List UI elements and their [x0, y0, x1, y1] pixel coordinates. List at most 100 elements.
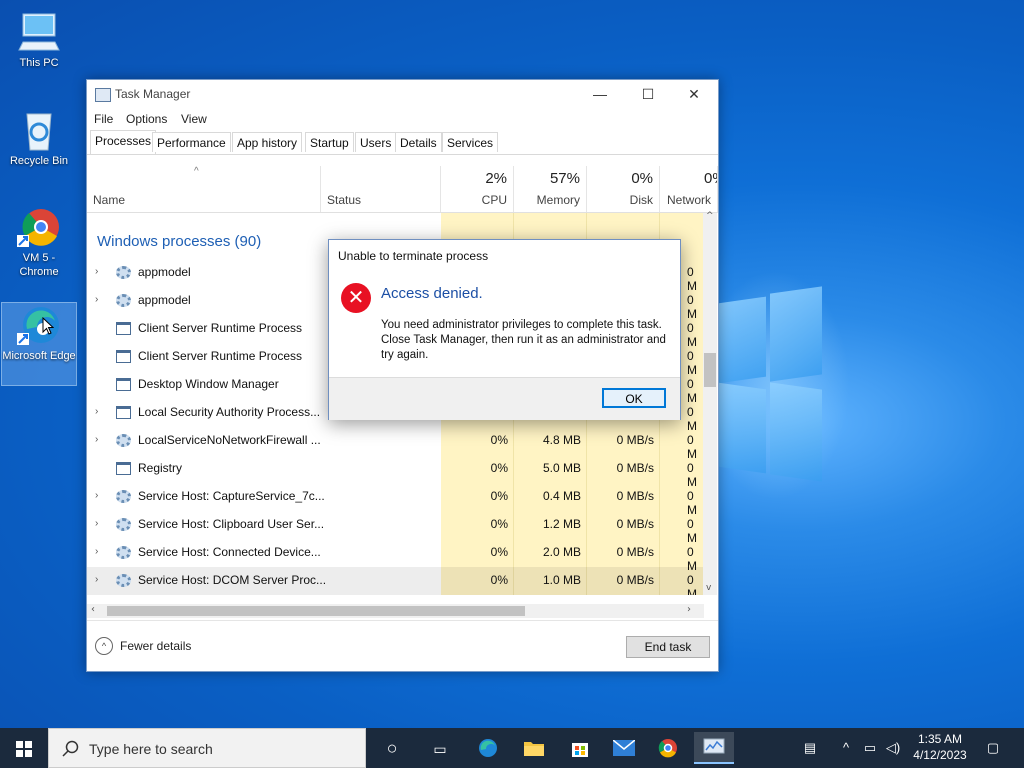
end-task-button[interactable]: End task: [626, 636, 710, 658]
chevron-up-circle-icon[interactable]: ^: [95, 637, 113, 655]
maximize-button[interactable]: ☐: [625, 80, 671, 110]
task-view-button[interactable]: ▭: [420, 732, 460, 764]
taskbar-edge[interactable]: [468, 732, 508, 764]
disk-cell: 0 MB/s: [616, 573, 654, 587]
cpu-cell: 0%: [490, 517, 508, 531]
table-row[interactable]: › Service Host: CaptureService_7c... 0% 0.4…: [87, 483, 704, 517]
service-gear-icon: [116, 518, 131, 531]
network-percent: 0%: [704, 170, 717, 187]
process-name: Local Security Authority Process...: [138, 405, 321, 419]
show-hidden-icons-button[interactable]: ^: [838, 728, 854, 768]
menu-view[interactable]: View: [181, 112, 207, 126]
expand-chevron-icon[interactable]: ›: [95, 574, 98, 585]
folder-icon: [524, 742, 544, 756]
start-button[interactable]: [0, 728, 48, 768]
minimize-icon: —: [593, 86, 607, 102]
vertical-scrollbar[interactable]: ^ v: [703, 211, 717, 595]
desktop-icon-vm5-chrome[interactable]: VM 5 - Chrome: [2, 205, 76, 279]
desktop-icon-this-pc[interactable]: This PC: [2, 10, 76, 70]
table-row[interactable]: › Service Host: DCOM Server Proc... 0% 1.0 …: [87, 567, 704, 595]
column-cpu[interactable]: 2% CPU: [441, 166, 514, 212]
minimize-button[interactable]: —: [577, 80, 623, 110]
disk-cell: 0 MB/s: [616, 517, 654, 531]
notifications-button[interactable]: ▢: [980, 728, 1006, 768]
expand-chevron-icon[interactable]: ›: [95, 490, 98, 501]
process-name: Desktop Window Manager: [138, 377, 279, 391]
fewer-details-link[interactable]: Fewer details: [120, 639, 191, 653]
tab-app-history[interactable]: App history: [232, 132, 303, 152]
taskbar-store[interactable]: [560, 732, 600, 764]
scroll-left-icon[interactable]: ‹: [91, 604, 95, 615]
footer: ^ Fewer details End task: [87, 620, 718, 671]
error-dialog[interactable]: Unable to terminate process ✕ Access den…: [328, 239, 681, 420]
cpu-cell: 0%: [490, 489, 508, 503]
expand-chevron-icon[interactable]: ›: [95, 294, 98, 305]
desktop-icon-microsoft-edge[interactable]: Microsoft Edge: [1, 302, 77, 386]
taskbar-mail[interactable]: [604, 732, 644, 764]
tab-services[interactable]: Services: [442, 132, 499, 152]
column-disk[interactable]: 0% Disk: [587, 166, 660, 212]
desktop-icon-label: VM 5 - Chrome: [19, 252, 59, 278]
store-icon: [572, 743, 588, 757]
expand-chevron-icon[interactable]: ›: [95, 434, 98, 445]
taskbar-chrome[interactable]: [648, 732, 688, 764]
expand-chevron-icon[interactable]: ›: [95, 518, 98, 529]
speaker-icon: ◁): [885, 740, 901, 755]
tab-bar: Processes Performance App history Startu…: [87, 130, 718, 155]
tab-users[interactable]: Users: [355, 132, 397, 152]
close-button[interactable]: ✕: [671, 80, 717, 110]
cortana-circle-icon: ○: [386, 738, 398, 758]
expand-chevron-icon[interactable]: ›: [95, 406, 98, 417]
windows-logo-pane-br: [770, 382, 822, 482]
scroll-up-icon[interactable]: ^: [706, 211, 714, 221]
table-row[interactable]: Registry 0% 5.0 MB 0 MB/s 0 M: [87, 455, 704, 489]
news-icon: ▤: [803, 740, 817, 755]
cortana-button[interactable]: ○: [372, 732, 412, 764]
column-status-label: Status: [327, 193, 362, 207]
hscroll-thumb[interactable]: [107, 606, 525, 616]
search-icon: [62, 740, 79, 757]
memory-percent: 57%: [549, 170, 580, 187]
menu-file[interactable]: File: [94, 112, 113, 126]
task-view-icon: ▭: [433, 741, 447, 757]
ok-button[interactable]: OK: [602, 388, 666, 408]
network-tray-button[interactable]: ▭: [860, 728, 880, 768]
mail-icon: [612, 739, 636, 756]
dialog-footer: OK: [329, 377, 680, 420]
desktop-icon-label: Recycle Bin: [9, 155, 69, 167]
windows-logo-pane-tl: [718, 296, 766, 384]
volume-tray-button[interactable]: ◁): [882, 728, 904, 768]
table-row[interactable]: › Service Host: Clipboard User Ser... 0% 1.…: [87, 511, 704, 545]
tab-startup[interactable]: Startup: [305, 132, 354, 152]
scroll-right-icon[interactable]: ›: [687, 604, 691, 615]
title-bar[interactable]: Task Manager — ☐ ✕: [87, 80, 718, 110]
table-row[interactable]: › Service Host: Connected Device... 0% 2.0 …: [87, 539, 704, 573]
scroll-down-icon[interactable]: v: [706, 583, 711, 593]
tab-details[interactable]: Details: [395, 132, 442, 152]
service-gear-icon: [116, 294, 131, 307]
column-status[interactable]: Status: [321, 166, 441, 212]
table-row[interactable]: › LocalServiceNoNetworkFirewall ... 0% 4.8 …: [87, 427, 704, 461]
scroll-thumb[interactable]: [704, 353, 716, 387]
column-name[interactable]: Name: [87, 166, 321, 212]
desktop-icon-label: This PC: [19, 57, 59, 69]
group-heading[interactable]: Windows processes (90): [97, 233, 261, 250]
column-memory[interactable]: 57% Memory: [514, 166, 587, 212]
tab-performance[interactable]: Performance: [152, 132, 231, 152]
taskbar-task-manager[interactable]: [694, 732, 734, 764]
menu-options[interactable]: Options: [126, 112, 167, 126]
expand-chevron-icon[interactable]: ›: [95, 546, 98, 557]
taskbar-file-explorer[interactable]: [514, 732, 554, 764]
close-icon: ✕: [688, 86, 700, 102]
news-widget-button[interactable]: ▤: [796, 728, 824, 768]
desktop-icon-recycle-bin[interactable]: Recycle Bin: [2, 108, 76, 168]
expand-chevron-icon[interactable]: ›: [95, 266, 98, 277]
edge-icon: [15, 303, 63, 347]
tab-processes[interactable]: Processes: [90, 130, 157, 154]
column-network[interactable]: 0% Network: [660, 166, 718, 212]
process-name: Service Host: Clipboard User Ser...: [138, 517, 325, 531]
horizontal-scrollbar[interactable]: ‹ ›: [87, 604, 704, 618]
clock[interactable]: 1:35 AM 4/12/2023: [912, 731, 968, 763]
taskbar-search-box[interactable]: Type here to search: [48, 728, 366, 768]
column-cpu-label: CPU: [481, 193, 507, 207]
